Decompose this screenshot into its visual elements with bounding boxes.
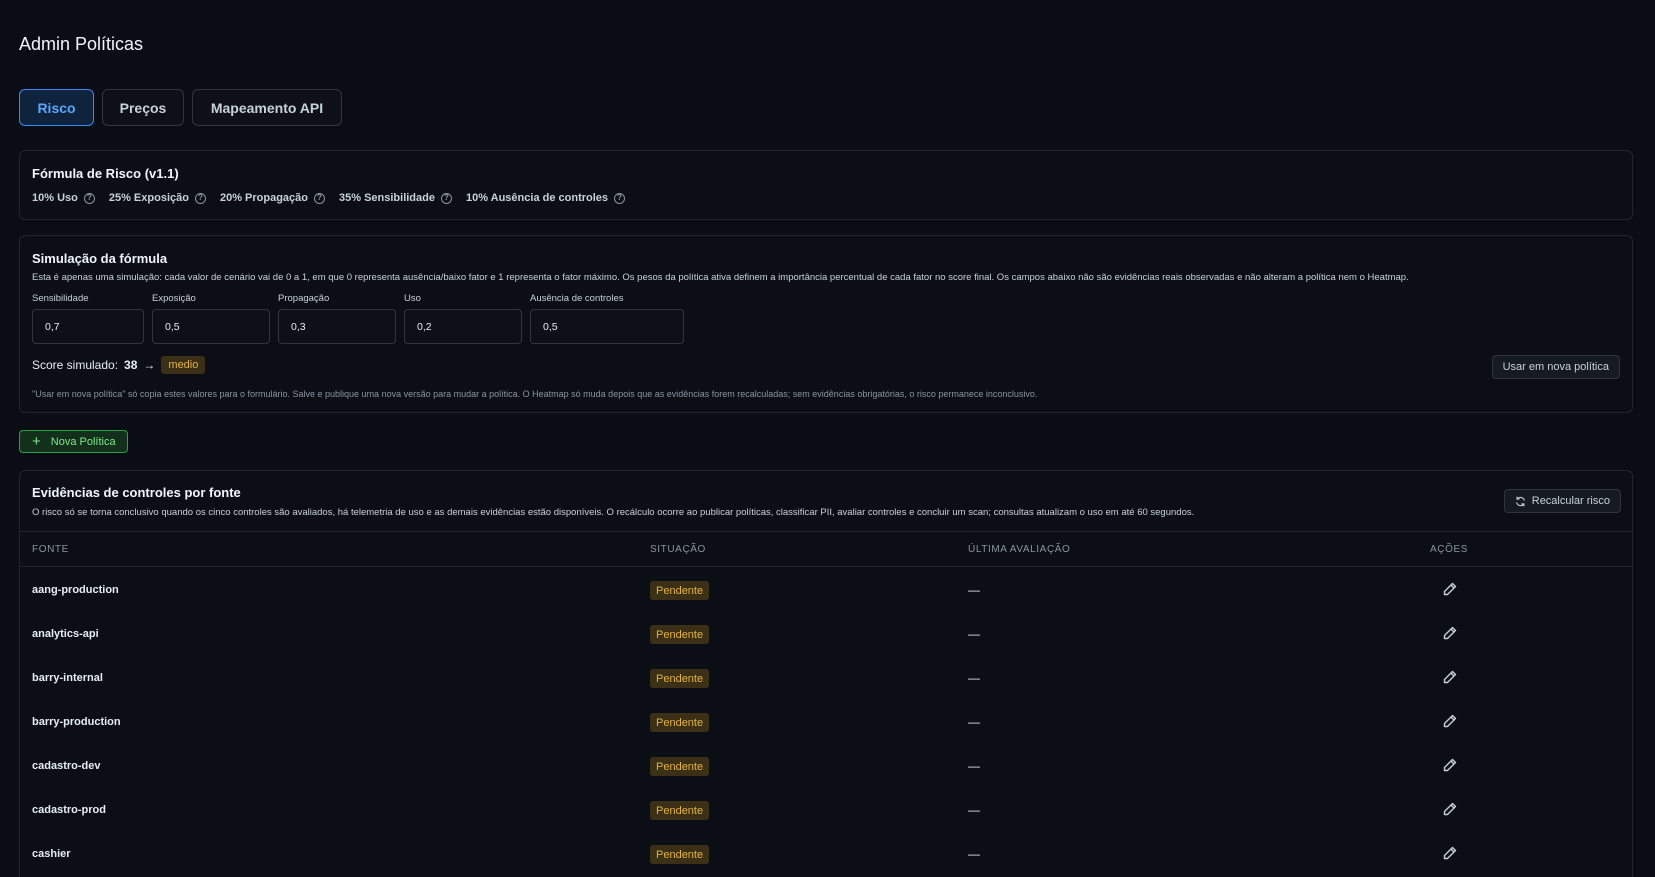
question-circle-icon[interactable]: ? [314, 192, 325, 204]
table-row: cadastro-prod Pendente — [20, 787, 1632, 831]
tab-risco[interactable]: Risco [19, 89, 94, 126]
table-row: cadastro-dev Pendente — [20, 743, 1632, 787]
table-row: cashier Pendente — [20, 831, 1632, 875]
source-name: analytics-api [32, 628, 99, 640]
formula-weights: 10% Uso? 25% Exposição? 20% Propagação? … [32, 192, 626, 204]
field-label: Ausência de controles [530, 293, 624, 304]
status-badge: Pendente [650, 625, 710, 644]
arrow-right-icon: → [143, 358, 156, 372]
field-ausencia-controles: Ausência de controles 0,5 [530, 293, 684, 344]
pencil-icon[interactable] [1442, 713, 1458, 729]
weight-propagacao: 20% Propagação? [220, 192, 325, 204]
pencil-icon[interactable] [1442, 669, 1458, 685]
page-title: Admin Políticas [19, 34, 144, 54]
weight-label: 10% Uso [32, 192, 78, 204]
column-last-eval[interactable]: ÚLTIMA AVALIAÇÃO [968, 544, 1070, 555]
exposicao-input[interactable]: 0,5 [152, 309, 270, 344]
formula-simulation-card: Simulação da fórmula Esta é apenas uma s… [19, 235, 1633, 413]
ausencia-controles-input[interactable]: 0,5 [530, 309, 684, 344]
pencil-icon[interactable] [1442, 625, 1458, 641]
evidence-title: Evidências de controles por fonte [32, 485, 241, 500]
new-policy-button[interactable]: + Nova Política [19, 430, 128, 453]
source-name: barry-internal [32, 672, 103, 684]
score-label: Score simulado: [32, 358, 119, 372]
last-eval: — [968, 847, 980, 861]
status-badge: Pendente [650, 801, 710, 820]
table-row: barry-production Pendente — [20, 699, 1632, 743]
source-name: barry-production [32, 716, 121, 728]
tab-bar: Risco Preços Mapeamento API [19, 89, 342, 126]
question-circle-icon[interactable]: ? [440, 192, 452, 204]
status-badge: Pendente [650, 845, 710, 864]
field-label: Uso [404, 293, 421, 304]
simulation-note: "Usar em nova política" só copia estes v… [32, 389, 1038, 399]
refresh-icon [1515, 495, 1525, 507]
pencil-icon[interactable] [1442, 801, 1458, 817]
tab-mapeamento-api[interactable]: Mapeamento API [192, 89, 342, 126]
field-propagacao: Propagação 0,3 [278, 293, 396, 344]
table-row: aang-production Pendente — [20, 567, 1632, 611]
uso-input[interactable]: 0,2 [404, 309, 522, 344]
plus-icon: + [32, 433, 41, 450]
last-eval: — [968, 583, 980, 597]
weight-label: 25% Exposição [108, 192, 189, 204]
weight-ausencia-controles: 10% Ausência de controles? [465, 192, 626, 204]
evidence-description: O risco só se torna conclusivo quando os… [32, 507, 1195, 518]
weight-exposicao: 25% Exposição? [109, 192, 206, 204]
risk-formula-card: Fórmula de Risco (v1.1) 10% Uso? 25% Exp… [19, 150, 1633, 220]
simulation-description: Esta é apenas uma simulação: cada valor … [32, 272, 1409, 283]
weight-uso: 10% Uso? [32, 192, 95, 204]
field-label: Propagação [278, 293, 330, 304]
source-name: cashier [32, 848, 71, 860]
field-exposicao: Exposição 0,5 [152, 293, 270, 344]
last-eval: — [968, 627, 980, 641]
status-badge: Pendente [650, 713, 710, 732]
simulation-title: Simulação da fórmula [32, 251, 168, 266]
score-value: 38 [124, 358, 138, 372]
last-eval: — [968, 759, 980, 773]
column-status[interactable]: SITUAÇÃO [650, 544, 706, 555]
column-source[interactable]: FONTE [32, 544, 69, 555]
last-eval: — [968, 803, 980, 817]
risk-formula-title: Fórmula de Risco (v1.1) [32, 166, 179, 181]
pencil-icon[interactable] [1442, 845, 1458, 861]
table-header: FONTE SITUAÇÃO ÚLTIMA AVALIAÇÃO AÇÕES [20, 531, 1632, 567]
weight-label: 10% Ausência de controles [465, 192, 609, 204]
status-badge: Pendente [650, 669, 710, 688]
new-policy-label: Nova Política [50, 435, 116, 448]
question-circle-icon[interactable]: ? [194, 192, 206, 204]
question-circle-icon[interactable]: ? [83, 192, 95, 204]
score-level-badge: medio [161, 356, 206, 374]
weight-label: 20% Propagação [219, 192, 308, 204]
field-uso: Uso 0,2 [404, 293, 522, 344]
recalculate-risk-button[interactable]: Recalcular risco [1503, 489, 1621, 513]
simulated-score: Score simulado: 38 → medio [32, 356, 206, 374]
tab-precos[interactable]: Preços [102, 89, 184, 126]
source-name: cadastro-dev [32, 760, 101, 772]
table-row: analytics-api Pendente — [20, 611, 1632, 655]
table-row: barry-internal Pendente — [20, 655, 1632, 699]
column-actions: AÇÕES [1430, 544, 1469, 555]
status-badge: Pendente [650, 757, 710, 776]
question-circle-icon[interactable]: ? [614, 192, 626, 204]
recalculate-label: Recalcular risco [1531, 495, 1610, 507]
pencil-icon[interactable] [1442, 581, 1458, 597]
sensibilidade-input[interactable]: 0,7 [32, 309, 144, 344]
field-label: Sensibilidade [32, 293, 89, 304]
simulation-fields: Sensibilidade 0,7 Exposição 0,5 Propagaç… [32, 293, 684, 344]
source-name: aang-production [32, 584, 119, 596]
evidence-card: Evidências de controles por fonte O risc… [19, 470, 1633, 877]
last-eval: — [968, 715, 980, 729]
last-eval: — [968, 671, 980, 685]
pencil-icon[interactable] [1442, 757, 1458, 773]
field-label: Exposição [152, 293, 196, 304]
weight-sensibilidade: 35% Sensibilidade? [339, 192, 452, 204]
field-sensibilidade: Sensibilidade 0,7 [32, 293, 144, 344]
source-name: cadastro-prod [32, 804, 106, 816]
propagacao-input[interactable]: 0,3 [278, 309, 396, 344]
status-badge: Pendente [650, 581, 710, 600]
use-in-new-policy-button[interactable]: Usar em nova política [1491, 355, 1620, 379]
weight-label: 35% Sensibilidade [339, 192, 435, 204]
